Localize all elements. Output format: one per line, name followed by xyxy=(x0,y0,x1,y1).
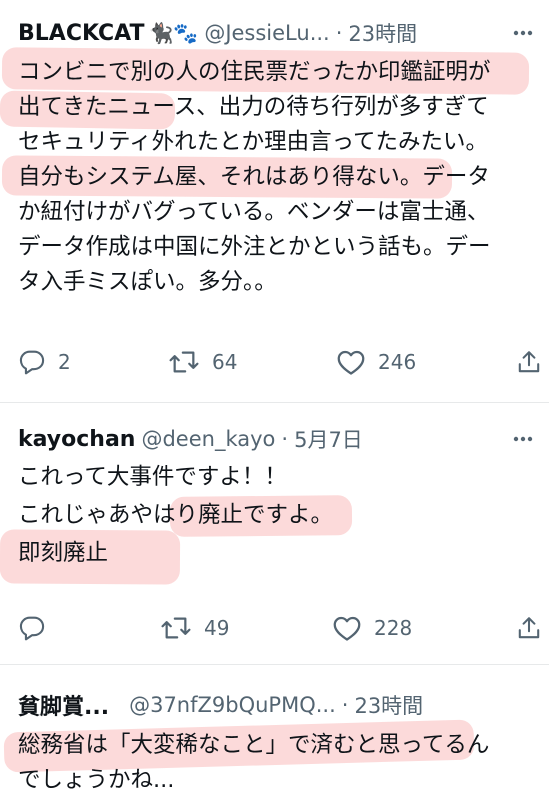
retweet-count: 64 xyxy=(212,350,238,374)
tweet-text-line: セキュリティ外れたとか理由言ってたみたい。 xyxy=(18,129,489,155)
tweet-text-line: か紐付けがバグっている。ベンダーは富士通、 xyxy=(18,199,490,225)
separator: · xyxy=(281,427,289,451)
share-icon xyxy=(518,617,540,639)
tweet-header: BLACKCAT 🐈‍⬛🐾 @JessieLu... · 23時間 xyxy=(18,16,531,50)
tweet-text-line: データ作成は中国に外注とかという話も。デー xyxy=(18,234,491,260)
more-icon[interactable] xyxy=(511,427,535,451)
tweet-text-line: 総務省は「大変稀なこと」で済むと思ってるん xyxy=(18,732,490,758)
timestamp[interactable]: 5月7日 xyxy=(294,424,363,454)
share-button[interactable] xyxy=(516,342,542,382)
tweet-actions: 2 64 246 xyxy=(0,342,549,382)
reply-button[interactable] xyxy=(18,608,58,648)
display-name[interactable]: BLACKCAT xyxy=(18,21,145,46)
tweet-text-line: コンビニで別の人の住民票だったか印鑑証明が xyxy=(18,59,491,85)
cat-paw-emoji: 🐈‍⬛🐾 xyxy=(148,21,199,45)
reply-icon xyxy=(19,350,45,375)
tweet-text-line: でしょうかね... xyxy=(18,767,175,793)
timestamp[interactable]: 23時間 xyxy=(354,690,423,720)
tweet-text-line: タ入手ミスぽい。多分。。 xyxy=(18,269,277,295)
reply-icon xyxy=(19,616,45,641)
tweet-hinkyakusho[interactable]: 貧脚賞... @37nfZ9bQuPMQ... · 23時間 総務省は「大変稀な… xyxy=(0,664,549,800)
tweet-text-line: 自分もシステム屋、それはあり得ない。データ xyxy=(18,164,490,190)
like-count: 246 xyxy=(378,350,417,374)
tweet-text-line: 即刻廃止 xyxy=(18,540,109,566)
like-button[interactable]: 228 xyxy=(332,608,412,648)
retweet-button[interactable]: 49 xyxy=(160,608,229,648)
separator: · xyxy=(335,21,343,45)
retweet-icon xyxy=(161,617,191,639)
timestamp[interactable]: 23時間 xyxy=(348,18,417,48)
share-button[interactable] xyxy=(516,608,542,648)
display-name[interactable]: kayochan xyxy=(18,427,135,452)
retweet-icon xyxy=(169,351,199,373)
display-name[interactable]: 貧脚賞... xyxy=(18,689,109,721)
tweet-text-line: これじゃあやはり廃止ですよ。 xyxy=(18,502,334,528)
tweet-text-line: 出てきたニュース、出力の待ち行列が多すぎて xyxy=(18,94,489,120)
reply-button[interactable]: 2 xyxy=(18,342,71,382)
tweet-blackcat[interactable]: BLACKCAT 🐈‍⬛🐾 @JessieLu... · 23時間 コンビニで別… xyxy=(0,0,549,402)
tweet-header: 貧脚賞... @37nfZ9bQuPMQ... · 23時間 xyxy=(18,688,531,722)
tweet-kayochan[interactable]: kayochan @deen_kayo · 5月7日 これって大事件ですよ！！ … xyxy=(0,402,549,664)
heart-icon xyxy=(337,350,365,375)
heart-icon xyxy=(333,616,361,641)
more-icon[interactable] xyxy=(511,21,535,45)
like-count: 228 xyxy=(374,616,413,640)
tweet-actions: 49 228 xyxy=(0,608,549,648)
retweet-button[interactable]: 64 xyxy=(168,342,237,382)
separator: · xyxy=(341,693,349,717)
tweet-header: kayochan @deen_kayo · 5月7日 xyxy=(18,422,531,456)
user-handle[interactable]: @deen_kayo xyxy=(141,427,275,451)
share-icon xyxy=(518,351,540,373)
like-button[interactable]: 246 xyxy=(336,342,416,382)
tweet-text-line: これって大事件ですよ！！ xyxy=(18,464,287,490)
user-handle[interactable]: @JessieLu... xyxy=(204,21,329,45)
reply-count: 2 xyxy=(58,350,71,374)
retweet-count: 49 xyxy=(204,616,230,640)
user-handle[interactable]: @37nfZ9bQuPMQ... xyxy=(129,693,336,717)
